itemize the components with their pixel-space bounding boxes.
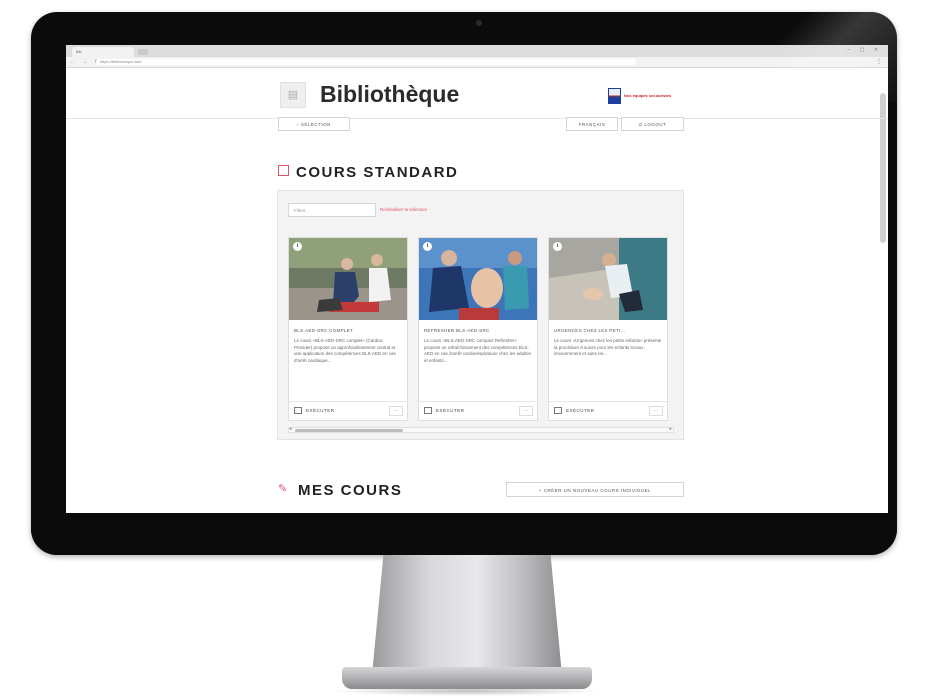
cards-horizontal-scrollbar[interactable]: ◂ ▸ xyxy=(288,427,674,433)
browser-tab[interactable]: Bib xyxy=(72,47,134,57)
logout-button[interactable]: ⏻ LOGOUT xyxy=(621,117,684,131)
course-description: Le cours «BLS-AED-SRC compact Refresher»… xyxy=(424,338,532,364)
window-controls[interactable]: ‒ ▢ ✕ xyxy=(848,47,882,53)
partner-logo-text: Nos équipes secouristes xyxy=(624,93,671,98)
info-badge-icon[interactable]: i xyxy=(293,242,302,251)
create-course-button[interactable]: + CRÉER UN NOUVEAU COURS INDIVIDUEL xyxy=(506,482,684,497)
course-card[interactable]: i BLS-AED-SRC COMPLET Le cours «BLS-AED-… xyxy=(288,237,408,421)
partner-flag-icon xyxy=(608,88,621,104)
course-title: BLS-AED-SRC COMPLET xyxy=(294,328,404,333)
course-image: i xyxy=(549,238,667,320)
my-courses-title: MES COURS xyxy=(298,482,402,499)
reset-selection-link[interactable]: Réinitialiser la sélection xyxy=(380,207,427,212)
scroll-left-icon[interactable]: ◂ xyxy=(289,426,292,432)
more-options-button[interactable]: ··· xyxy=(649,406,663,416)
selection-button[interactable]: ‹ SÉLECTION xyxy=(278,117,350,131)
web-page: ▤ Bibliothèque Nos équipes secouristes ‹… xyxy=(66,68,888,513)
browser-tab-strip: Bib ‒ ▢ ✕ xyxy=(66,45,888,57)
screen: Bib ‒ ▢ ✕ ← → ⟳ ⌂ https://bibliotheque.f… xyxy=(66,45,888,513)
address-bar[interactable]: https://bibliotheque.fr/#/ xyxy=(96,59,636,65)
screen-icon xyxy=(554,407,562,414)
apple-logo-icon xyxy=(470,526,484,540)
browser-toolbar: ← → ⟳ ⌂ https://bibliotheque.fr/#/ ⋮ xyxy=(66,57,888,68)
course-card[interactable]: i REFRESHER BLS-AED-SRC Le cours «BLS-AE… xyxy=(418,237,538,421)
screen-icon xyxy=(294,407,302,414)
course-image: i xyxy=(289,238,407,320)
my-courses-icon: ✎ xyxy=(278,483,290,495)
card-footer: EXÉCUTER ··· xyxy=(549,401,667,420)
standard-courses-icon xyxy=(278,165,289,176)
execute-label: EXÉCUTER xyxy=(436,408,465,413)
standard-courses-title: COURS STANDARD xyxy=(296,164,458,181)
new-tab-button[interactable] xyxy=(138,49,148,55)
execute-label: EXÉCUTER xyxy=(566,408,595,413)
execute-button[interactable]: EXÉCUTER xyxy=(554,406,640,416)
info-badge-icon[interactable]: i xyxy=(553,242,562,251)
more-options-button[interactable]: ··· xyxy=(389,406,403,416)
course-description: Le cours «BLS-AED-SRC complet» (Cardiac … xyxy=(294,338,402,364)
book-icon: ▤ xyxy=(280,82,306,108)
screen-icon xyxy=(424,407,432,414)
scroll-right-icon[interactable]: ▸ xyxy=(669,426,672,432)
scrollbar-thumb[interactable] xyxy=(295,429,403,432)
partner-logo: Nos équipes secouristes xyxy=(608,88,688,104)
monitor-chin xyxy=(31,513,897,555)
filter-input[interactable]: Filtrer... xyxy=(288,203,376,217)
course-title: URGENCES CHEZ LES PETI... xyxy=(554,328,664,333)
monitor-base xyxy=(342,667,592,689)
execute-button[interactable]: EXÉCUTER xyxy=(294,406,380,416)
page-header: ▤ Bibliothèque Nos équipes secouristes xyxy=(66,68,888,119)
page-title: Bibliothèque xyxy=(320,81,459,108)
card-footer: EXÉCUTER ··· xyxy=(419,401,537,420)
card-footer: EXÉCUTER ··· xyxy=(289,401,407,420)
camera xyxy=(476,20,482,26)
execute-label: EXÉCUTER xyxy=(306,408,335,413)
execute-button[interactable]: EXÉCUTER xyxy=(424,406,510,416)
info-badge-icon[interactable]: i xyxy=(423,242,432,251)
language-button[interactable]: FRANÇAIS xyxy=(566,117,618,131)
monitor-stand xyxy=(372,555,562,675)
course-description: Le cours «Urgences chez les petits enfan… xyxy=(554,338,662,358)
browser-menu-icon[interactable]: ⋮ xyxy=(876,58,882,66)
more-options-button[interactable]: ··· xyxy=(519,406,533,416)
standard-courses-panel: Filtrer... Réinitialiser la sélection xyxy=(277,190,684,440)
course-card[interactable]: i URGENCES CHEZ LES PETI... Le cours «Ur… xyxy=(548,237,668,421)
course-image: i xyxy=(419,238,537,320)
course-title: REFRESHER BLS-AED-SRC xyxy=(424,328,534,333)
